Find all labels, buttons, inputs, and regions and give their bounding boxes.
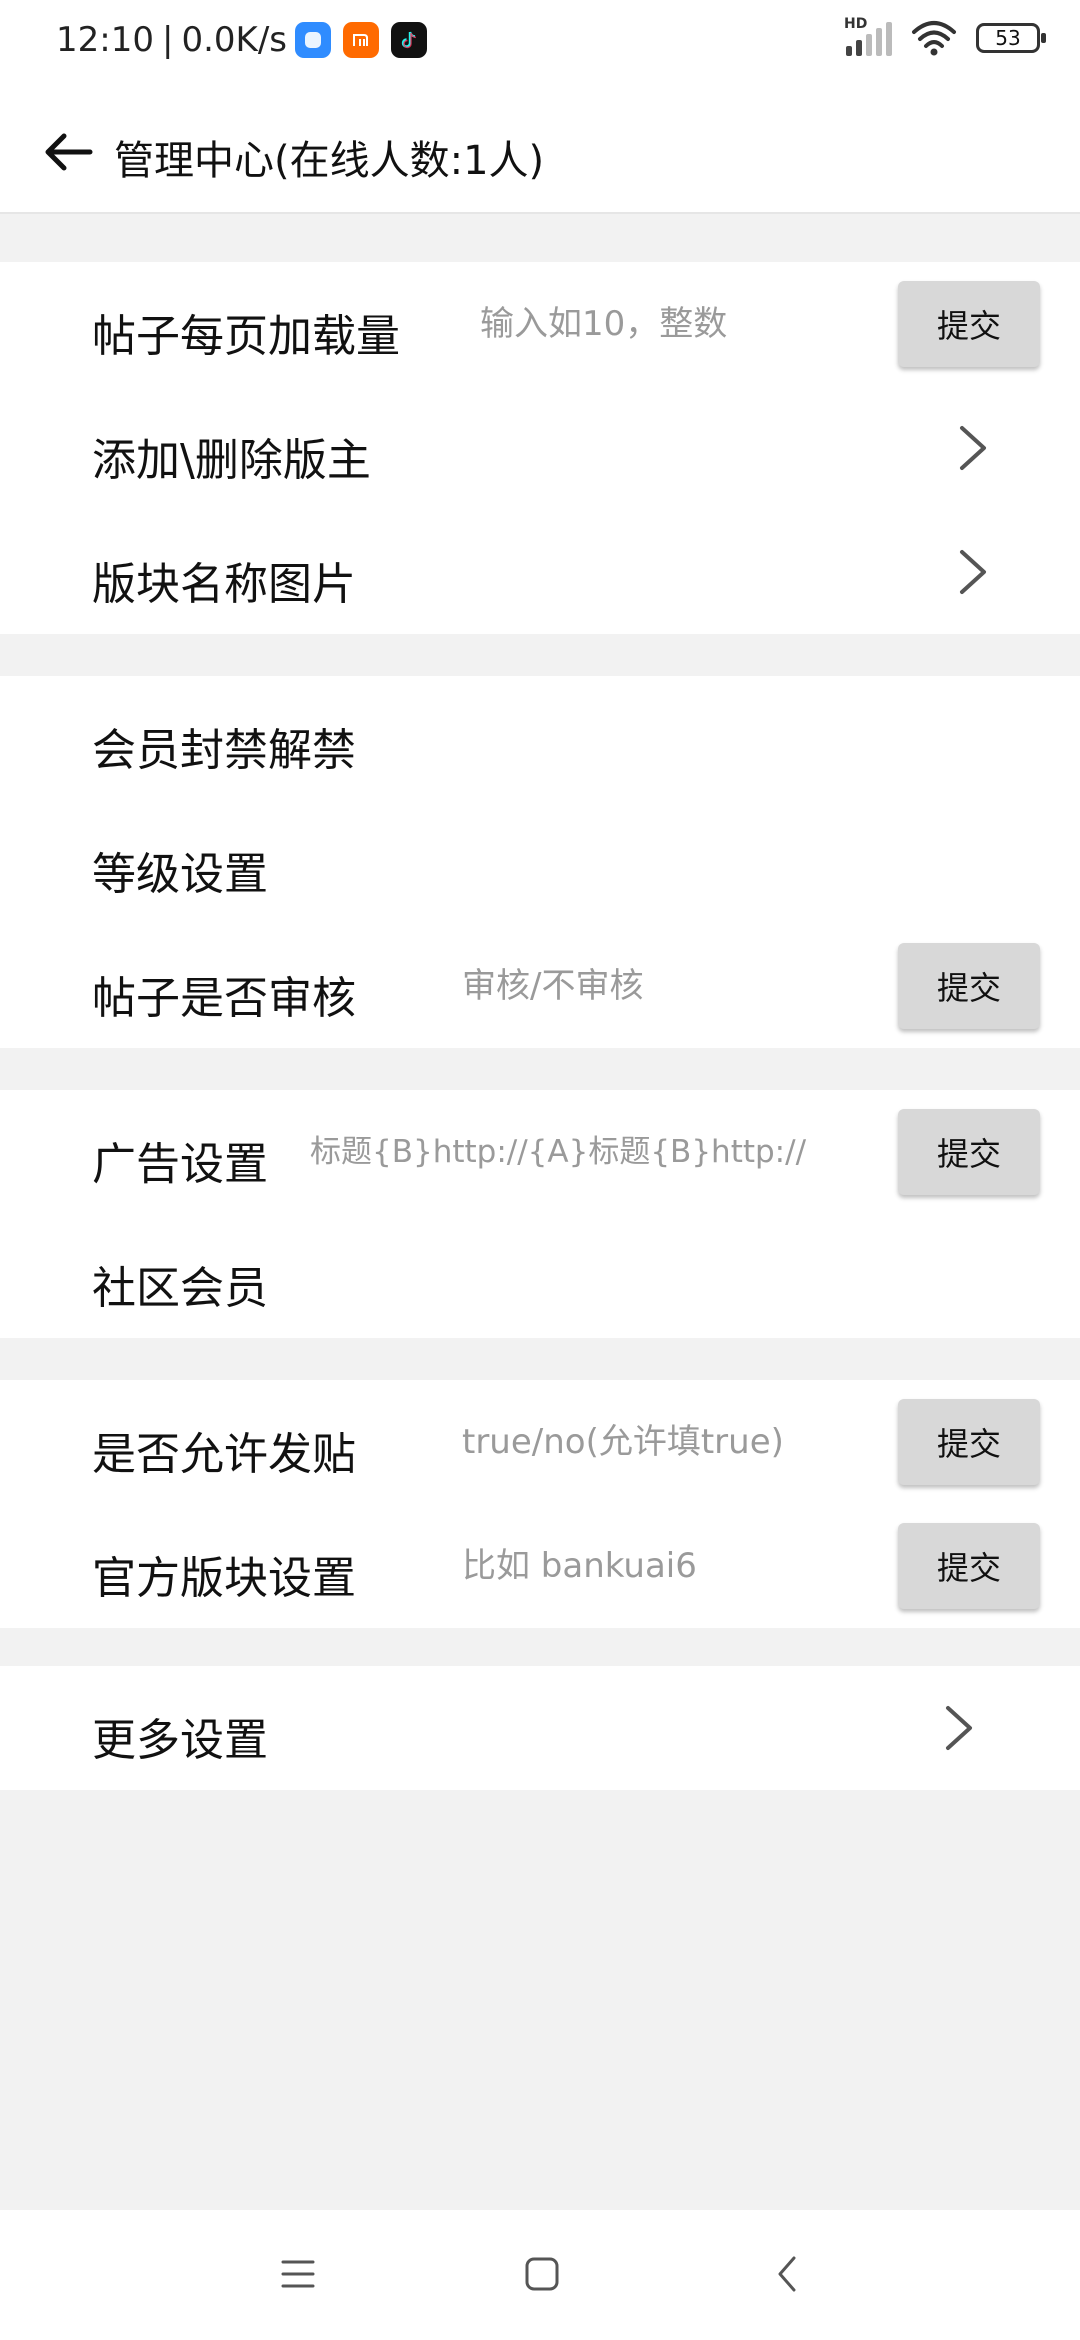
page-title: 管理中心(在线人数:1人) — [114, 138, 545, 184]
row-community-members[interactable]: 社区会员 — [0, 1214, 1080, 1338]
hd-label: HD — [844, 16, 868, 32]
row-label: 版块名称图片 — [92, 559, 356, 610]
system-nav-bar — [0, 2210, 1080, 2340]
row-more-settings[interactable]: 更多设置 — [0, 1666, 1080, 1790]
menu-icon[interactable] — [278, 2254, 318, 2294]
row-add-remove-moderator[interactable]: 添加\删除版主 — [0, 386, 1080, 510]
app-header: 管理中心(在线人数:1人) — [0, 90, 1080, 214]
tiktok-icon — [391, 22, 427, 58]
status-right: HD 53 — [844, 16, 1046, 56]
row-section-name-image[interactable]: 版块名称图片 — [0, 510, 1080, 634]
posts-per-page-input[interactable] — [480, 292, 880, 356]
app-blue-icon — [295, 22, 331, 58]
row-label: 官方版块设置 — [92, 1553, 356, 1604]
row-ad-settings: 广告设置 提交 — [0, 1090, 1080, 1214]
ad-settings-input[interactable] — [310, 1120, 885, 1184]
row-allow-posting: 是否允许发贴 提交 — [0, 1380, 1080, 1504]
network-speed: 0.0K/s — [181, 20, 287, 60]
submit-button[interactable]: 提交 — [898, 1109, 1040, 1195]
row-label: 是否允许发贴 — [92, 1429, 356, 1480]
row-label: 帖子是否审核 — [92, 973, 356, 1024]
section-ad-settings: 广告设置 提交 社区会员 — [0, 1090, 1080, 1338]
wifi-icon — [912, 21, 956, 56]
signal-icon: HD — [844, 16, 892, 56]
official-section-input[interactable] — [462, 1534, 882, 1598]
status-time: 12:10 — [56, 20, 154, 60]
post-review-input[interactable] — [462, 954, 882, 1018]
battery-level: 53 — [995, 26, 1021, 50]
allow-posting-input[interactable] — [462, 1410, 882, 1474]
status-bar: 12:10 | 0.0K/s HD 53 — [0, 0, 1080, 90]
row-label: 会员封禁解禁 — [92, 725, 356, 776]
row-label: 更多设置 — [92, 1715, 268, 1766]
row-label: 添加\删除版主 — [92, 435, 371, 486]
submit-button[interactable]: 提交 — [898, 281, 1040, 367]
section-posting-settings: 是否允许发贴 提交 官方版块设置 提交 — [0, 1380, 1080, 1628]
back-chevron-icon[interactable] — [768, 2254, 808, 2294]
row-label: 社区会员 — [92, 1263, 268, 1314]
row-label: 广告设置 — [92, 1139, 268, 1190]
status-separator: | — [161, 20, 174, 60]
row-level-settings[interactable]: 等级设置 — [0, 800, 1080, 924]
section-more: 更多设置 — [0, 1666, 1080, 1790]
status-left: 12:10 | 0.0K/s — [56, 20, 427, 60]
chevron-right-icon — [960, 550, 986, 594]
row-posts-per-page: 帖子每页加载量 提交 — [0, 262, 1080, 386]
submit-button[interactable]: 提交 — [898, 1523, 1040, 1609]
row-label: 等级设置 — [92, 849, 268, 900]
home-square-icon[interactable] — [522, 2254, 562, 2294]
section-member-settings: 会员封禁解禁 等级设置 帖子是否审核 提交 — [0, 676, 1080, 1048]
xiaomi-mi-icon — [343, 22, 379, 58]
section-forum-settings: 帖子每页加载量 提交 添加\删除版主 版块名称图片 — [0, 262, 1080, 634]
submit-button[interactable]: 提交 — [898, 1399, 1040, 1485]
row-official-section: 官方版块设置 提交 — [0, 1504, 1080, 1628]
submit-button[interactable]: 提交 — [898, 943, 1040, 1029]
battery-icon: 53 — [976, 23, 1046, 53]
row-member-ban-unban[interactable]: 会员封禁解禁 — [0, 676, 1080, 800]
row-post-review: 帖子是否审核 提交 — [0, 924, 1080, 1048]
row-label: 帖子每页加载量 — [92, 311, 400, 362]
chevron-right-icon — [960, 426, 986, 470]
chevron-right-icon — [946, 1706, 972, 1750]
arrow-left-icon[interactable] — [40, 130, 100, 174]
